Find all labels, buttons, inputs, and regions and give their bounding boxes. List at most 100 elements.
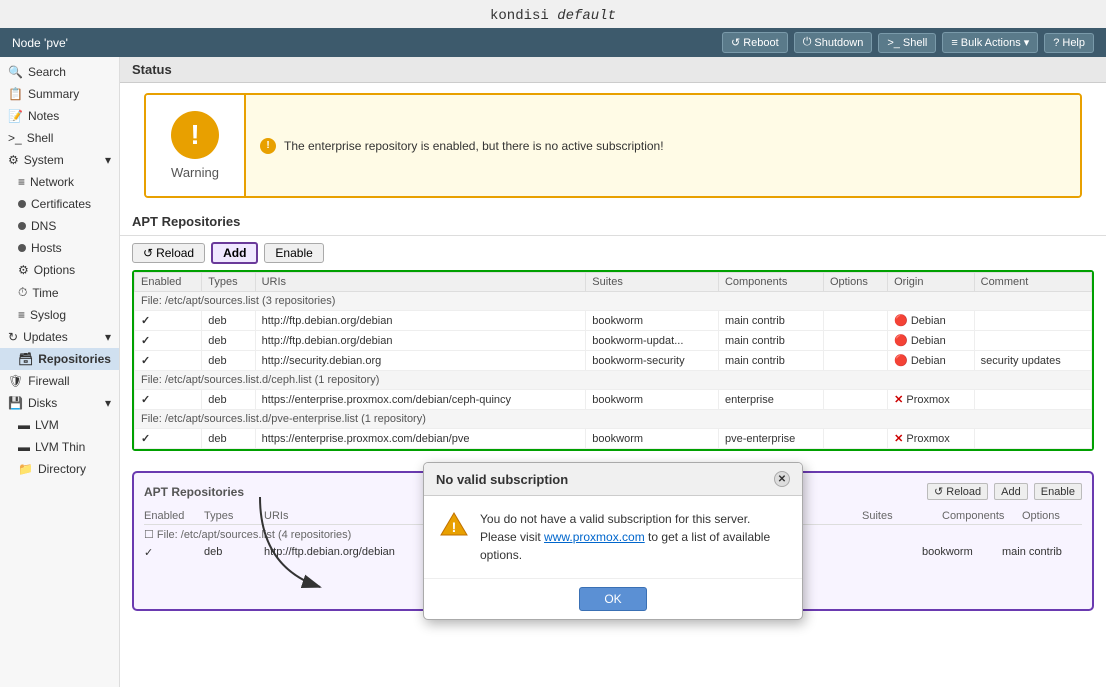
enabled-check: ✓ [135,351,202,371]
origin: 🔴 Debian [888,311,975,331]
content-wrapper: Status ! Warning ! The enterprise reposi… [120,57,1106,611]
comment [974,390,1091,410]
ok-button[interactable]: OK [579,587,646,611]
syslog-icon: ≡ [18,308,25,322]
enabled-check: ✓ [135,429,202,449]
reload-icon: ↺ [143,246,153,260]
disks-icon: 💾 [8,396,23,410]
sidebar-item-shell[interactable]: >_ Shell [0,127,119,149]
uri: https://enterprise.proxmox.com/debian/pv… [255,429,586,449]
col-types: Types [202,273,255,292]
type: deb [202,351,255,371]
file-row-3: File: /etc/apt/sources.list.d/pve-enterp… [135,410,1092,429]
modal-title: No valid subscription [436,472,568,487]
options [823,351,887,371]
help-button[interactable]: ? Help [1044,33,1094,53]
sidebar-item-lvmthin[interactable]: ▬ LVM Thin [0,436,119,458]
components: main contrib [718,351,823,371]
components: pve-enterprise [718,429,823,449]
col-origin: Origin [888,273,975,292]
apt-repos-header: APT Repositories [120,208,1106,236]
search-icon: 🔍 [8,65,23,79]
warning-msg-icon: ! [260,138,276,154]
type: deb [202,390,255,410]
uri: https://enterprise.proxmox.com/debian/ce… [255,390,586,410]
col-options: Options [823,273,887,292]
origin: ✕ Proxmox [888,429,975,449]
repo-toolbar: ↺ Reload Add Enable [120,236,1106,270]
type: deb [202,429,255,449]
options [823,331,887,351]
col-uris: URIs [255,273,586,292]
notes-icon: 📝 [8,109,23,123]
sidebar-item-updates[interactable]: ↻ Updates ▾ [0,326,119,348]
type: deb [202,331,255,351]
suite: bookworm [586,311,719,331]
network-icon: ≡ [18,175,25,189]
options [823,390,887,410]
summary-icon: 📋 [8,87,23,101]
sidebar-item-options[interactable]: ⚙ Options [0,259,119,281]
proxmox-link[interactable]: www.proxmox.com [544,530,645,544]
repos-green-border: Enabled Types URIs Suites Components Opt… [132,270,1094,451]
warning-message: ! The enterprise repository is enabled, … [246,95,1080,196]
sidebar-item-certificates[interactable]: Certificates [0,193,119,215]
uri: http://ftp.debian.org/debian [255,311,586,331]
sidebar-item-network[interactable]: ≡ Network [0,171,119,193]
sidebar-item-disks[interactable]: 💾 Disks ▾ [0,392,119,414]
warning-box: ! Warning ! The enterprise repository is… [144,93,1082,198]
system-icon: ⚙ [8,153,19,167]
shell-button[interactable]: >_ Shell [878,33,936,53]
bottom-dialog-area: APT Repositories ↺ Reload Add Enable Ena… [132,471,1094,611]
modal-close-button[interactable]: ✕ [774,471,790,487]
shutdown-button[interactable]: ⏻ Shutdown [794,32,873,53]
comment [974,331,1091,351]
reboot-button[interactable]: ↺ Reboot [722,32,788,53]
options-icon: ⚙ [18,263,29,277]
warning-text: The enterprise repository is enabled, bu… [284,139,664,153]
sidebar-item-notes[interactable]: 📝 Notes [0,105,119,127]
comment: security updates [974,351,1091,371]
updates-icon: ↻ [8,330,18,344]
sidebar-item-time[interactable]: ⏱ Time [0,281,119,304]
sidebar-item-repositories[interactable]: 🗃 Repositories [0,348,119,370]
file-row-2: File: /etc/apt/sources.list.d/ceph.list … [135,371,1092,390]
repo-table: Enabled Types URIs Suites Components Opt… [134,272,1092,449]
repo-icon: 🗃 [18,352,33,366]
sidebar-item-firewall[interactable]: 🛡 Firewall [0,370,119,392]
options [823,311,887,331]
add-button[interactable]: Add [211,242,258,264]
sidebar-item-dns[interactable]: DNS [0,215,119,237]
components: enterprise [718,390,823,410]
table-row: ✓ deb http://ftp.debian.org/debian bookw… [135,311,1092,331]
bulk-actions-button[interactable]: ≡ Bulk Actions ▾ [942,32,1038,53]
subscription-modal: No valid subscription ✕ ! Yo [423,462,803,620]
file-label-2: File: /etc/apt/sources.list.d/ceph.list … [135,371,1092,390]
uri: http://ftp.debian.org/debian [255,331,586,351]
origin: ✕ Proxmox [888,390,975,410]
sidebar-item-lvm[interactable]: ▬ LVM [0,414,119,436]
enabled-check: ✓ [135,331,202,351]
col-comment: Comment [974,273,1091,292]
sidebar-item-search[interactable]: 🔍 Search [0,61,119,83]
suite: bookworm [586,390,719,410]
top-bar-buttons: ↺ Reboot ⏻ Shutdown >_ Shell ≡ Bulk Acti… [722,32,1094,53]
sidebar-item-syslog[interactable]: ≡ Syslog [0,304,119,326]
sidebar-item-system[interactable]: ⚙ System ▾ [0,149,119,171]
components: main contrib [718,331,823,351]
reload-button[interactable]: ↺ Reload [132,243,205,263]
sidebar-item-summary[interactable]: 📋 Summary [0,83,119,105]
modal-overlay: No valid subscription ✕ ! Yo [134,473,1092,609]
sidebar: 🔍 Search 📋 Summary 📝 Notes >_ Shell ⚙ Sy… [0,57,120,687]
content-area: Status ! Warning ! The enterprise reposi… [120,57,1106,687]
file-label-1: File: /etc/apt/sources.list (3 repositor… [135,292,1092,311]
uri: http://security.debian.org [255,351,586,371]
enable-button[interactable]: Enable [264,243,323,263]
node-label: Node 'pve' [12,36,68,50]
sidebar-item-directory[interactable]: 📁 Directory [0,458,119,480]
suite: bookworm-updat... [586,331,719,351]
dns-icon [18,219,26,233]
sidebar-item-hosts[interactable]: Hosts [0,237,119,259]
svg-text:!: ! [452,519,457,535]
warning-circle-icon: ! [171,111,219,159]
